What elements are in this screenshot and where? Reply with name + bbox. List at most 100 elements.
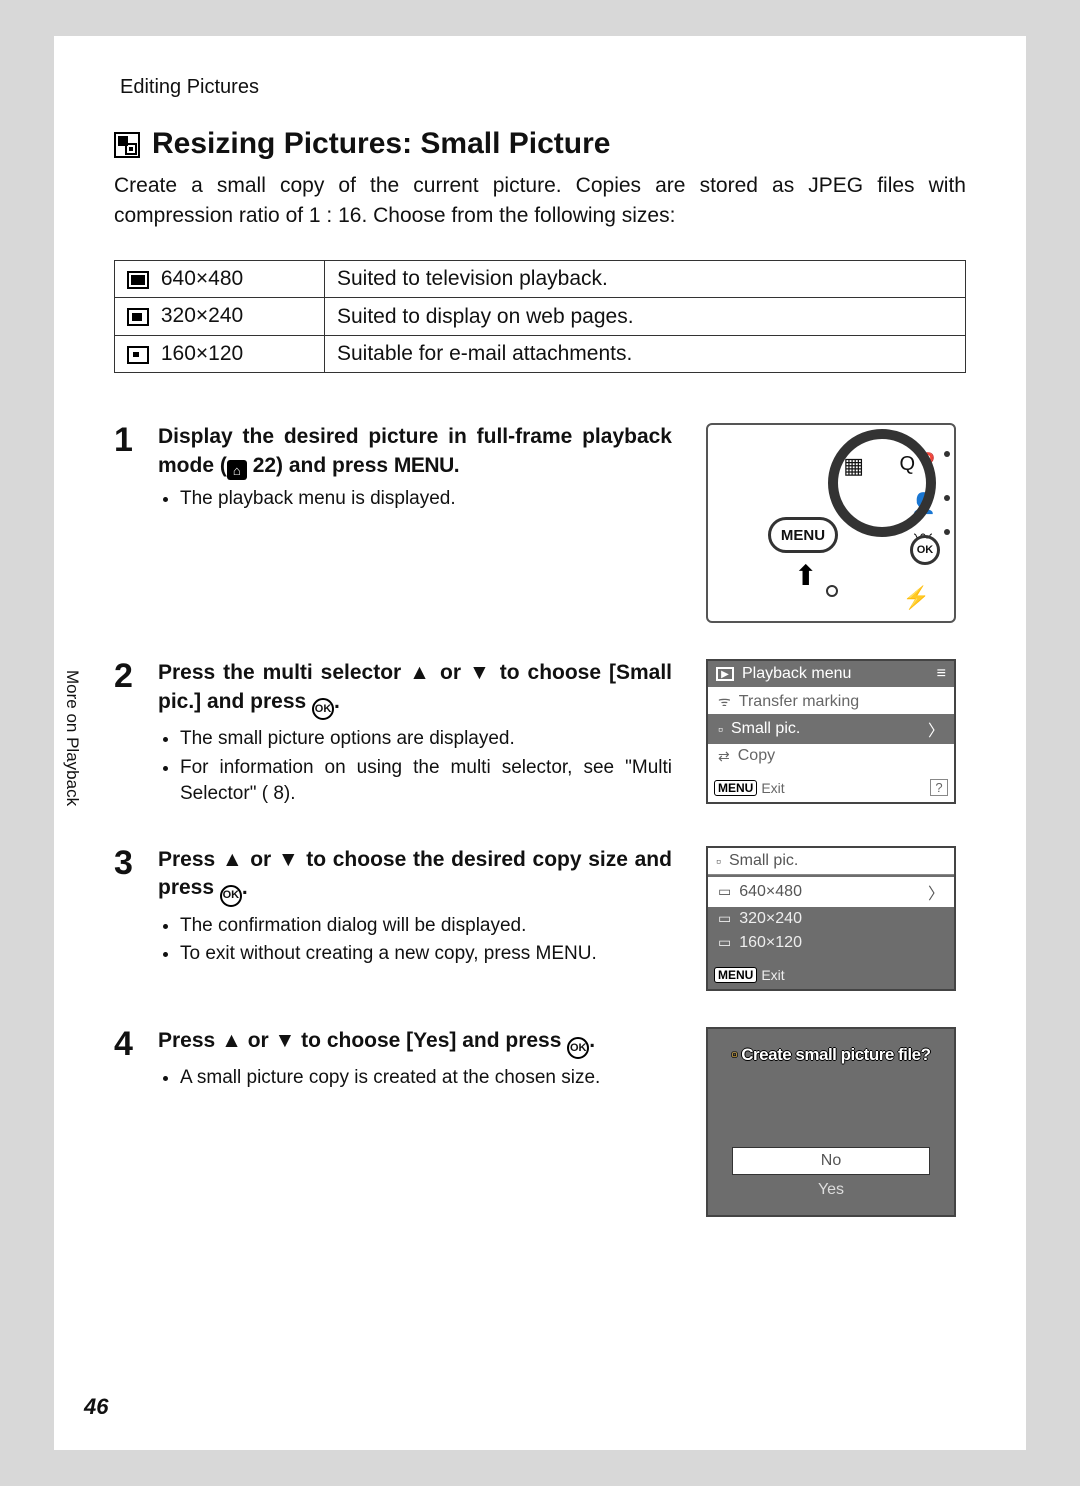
size-160-icon [127, 342, 149, 366]
menu-label: MENU [714, 967, 757, 983]
size-320-icon [127, 305, 149, 329]
lamp-icon [826, 585, 838, 597]
step-heading: Press the multi selector or to choose [S… [158, 659, 672, 720]
step-bullets: A small picture copy is created at the c… [158, 1065, 672, 1092]
size-desc: Suited to display on web pages. [325, 298, 966, 335]
ok-icon: OK [312, 698, 334, 720]
step-heading: Display the desired picture in full-fram… [158, 423, 672, 480]
step-number: 3 [114, 846, 140, 991]
triangle-up-icon [409, 661, 432, 684]
exit-label: Exit [761, 967, 784, 983]
size-640-icon [127, 267, 149, 291]
play-icon: ▶ [716, 667, 734, 681]
step-bullets: The confirmation dialog will be displaye… [158, 913, 672, 968]
menu-button: MENU [768, 517, 838, 553]
t: or [244, 848, 278, 871]
camera-diagram: ▦ Q❓ 👤 〰 MENU ⬆ OK ⚡ [706, 423, 956, 623]
lcd-title: Playback menu [742, 665, 851, 683]
step-number: 2 [114, 659, 140, 810]
small-pic-icon [114, 127, 140, 161]
small-pic-icon: ▫ [718, 721, 723, 737]
t: . [242, 876, 248, 899]
table-row: 640×480 Suited to television playback. [115, 260, 966, 297]
step-heading: Press or to choose [Yes] and press OK. [158, 1027, 672, 1059]
step-1: 1 Display the desired picture in full-fr… [114, 423, 966, 623]
dot-icon [944, 451, 950, 457]
triangle-up-icon [221, 1029, 242, 1052]
menu-item: Small pic. [731, 720, 800, 738]
lcd-title: Small pic. [729, 852, 798, 870]
intro-text: Create a small copy of the current pictu… [114, 171, 966, 232]
triangle-down-icon [469, 661, 492, 684]
ok-icon: OK [567, 1037, 589, 1059]
dialog-question: Create small picture file? [741, 1045, 930, 1064]
small-pic-icon: ▫ [716, 853, 721, 869]
step-bullets: The playback menu is displayed. [158, 486, 672, 513]
menu-indicator-icon: ≡ [937, 665, 946, 683]
step-number: 1 [114, 423, 140, 623]
step-3: 3 Press or to choose the desired copy si… [114, 846, 966, 991]
triangle-down-icon [275, 1029, 296, 1052]
t: Press [158, 1029, 221, 1052]
t: ) and press [276, 454, 394, 477]
flash-icon: ⚡ [903, 585, 930, 611]
page-number: 46 [84, 1394, 108, 1420]
side-tab-label: More on Playback [62, 670, 82, 806]
table-row: 160×120 Suitable for e-mail attachments. [115, 335, 966, 372]
step-4: 4 Press or to choose [Yes] and press OK.… [114, 1027, 966, 1217]
t: 22 [253, 454, 276, 477]
bullet: To exit without creating a new copy, pre… [180, 941, 672, 968]
t: Press [158, 848, 222, 871]
bullet: A small picture copy is created at the c… [180, 1065, 672, 1092]
bullet: The small picture options are displayed. [180, 726, 672, 753]
menu-item: 160×120 [739, 934, 802, 952]
menu-label: MENU [714, 780, 757, 796]
breadcrumb: Editing Pictures [120, 76, 966, 99]
t: . [334, 690, 340, 713]
chevron-right-icon: 〉 [928, 717, 944, 741]
t: Press the multi selector [158, 661, 409, 684]
size-desc: Suited to television playback. [325, 260, 966, 297]
table-row: 320×240 Suited to display on web pages. [115, 298, 966, 335]
lcd-confirm-dialog: ▫ Create small picture file? No Yes [706, 1027, 956, 1217]
menu-item: 640×480 [739, 883, 802, 901]
size-label: 640×480 [161, 267, 243, 290]
size-label: 160×120 [161, 342, 243, 365]
help-icon: ? [930, 779, 948, 796]
step-2: 2 Press the multi selector or to choose … [114, 659, 966, 810]
ok-icon: OK [220, 885, 242, 907]
size-icon: ▭ [718, 910, 731, 927]
dot-icon [944, 495, 950, 501]
size-icon: ▭ [718, 883, 731, 900]
t: or [242, 1029, 275, 1052]
lcd-small-pic-menu: ▫ Small pic. ▭640×480〉 ▭320×240 ▭160×120… [706, 846, 956, 991]
transfer-icon: ᯤ [718, 692, 731, 711]
bullet: The playback menu is displayed. [180, 486, 672, 513]
lcd-playback-menu: ▶ Playback menu ≡ ᯤTransfer marking ▫Sma… [706, 659, 956, 804]
step-bullets: The small picture options are displayed.… [158, 726, 672, 808]
page-title: Resizing Pictures: Small Picture [114, 127, 966, 161]
dialog-option-yes: Yes [732, 1177, 930, 1203]
size-desc: Suitable for e-mail attachments. [325, 335, 966, 372]
t: . [589, 1029, 595, 1052]
exit-label: Exit [761, 780, 784, 796]
menu-item: Copy [738, 747, 775, 765]
reference-icon: ⌂ [227, 460, 247, 480]
size-label: 320×240 [161, 304, 243, 327]
triangle-up-icon [222, 848, 244, 871]
dot-icon [944, 529, 950, 535]
ok-button-icon: OK [910, 535, 940, 565]
step-number: 4 [114, 1027, 140, 1217]
dpad-icon [828, 429, 936, 537]
step-heading: Press or to choose the desired copy size… [158, 846, 672, 907]
chevron-right-icon: 〉 [928, 880, 944, 904]
small-pic-icon: ▫ [732, 1045, 738, 1064]
arrow-up-icon: ⬆ [794, 559, 817, 592]
bullet: For information on using the multi selec… [180, 755, 672, 808]
menu-word: MENU [394, 454, 454, 477]
size-table: 640×480 Suited to television playback. 3… [114, 260, 966, 373]
page-title-text: Resizing Pictures: Small Picture [152, 127, 610, 161]
menu-item: 320×240 [739, 910, 802, 928]
side-tab [34, 656, 54, 876]
t: to choose [Yes] and press [295, 1029, 567, 1052]
